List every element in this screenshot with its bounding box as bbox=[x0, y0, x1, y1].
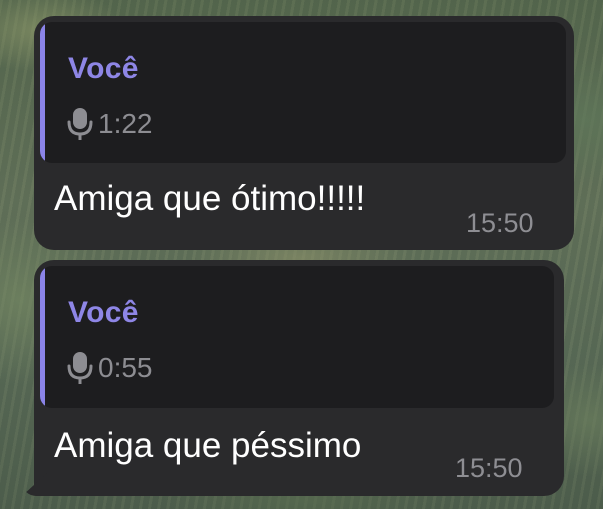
message-text: Amiga que péssimo bbox=[54, 426, 362, 465]
microphone-icon bbox=[66, 350, 94, 386]
reply-author: Você bbox=[68, 52, 139, 85]
reply-accent-bar bbox=[40, 266, 45, 408]
reply-quote[interactable]: Você 1:22 bbox=[40, 22, 566, 163]
voice-duration: 1:22 bbox=[98, 108, 153, 139]
message-bubble-2[interactable]: Você 0:55 Amiga que péssimo 15:50 bbox=[34, 260, 564, 496]
reply-voice-info: 0:55 bbox=[66, 350, 153, 386]
message-text: Amiga que ótimo!!!!! bbox=[54, 179, 366, 218]
message-bubble-1[interactable]: Você 1:22 Amiga que ótimo!!!!! 15:50 bbox=[34, 16, 574, 250]
reply-voice-info: 1:22 bbox=[66, 106, 153, 142]
reply-quote[interactable]: Você 0:55 bbox=[40, 266, 554, 408]
message-time: 15:50 bbox=[455, 453, 523, 483]
voice-duration: 0:55 bbox=[98, 352, 153, 383]
microphone-icon bbox=[66, 106, 94, 142]
message-time: 15:50 bbox=[466, 208, 534, 238]
reply-accent-bar bbox=[40, 22, 45, 163]
reply-author: Você bbox=[68, 296, 139, 329]
